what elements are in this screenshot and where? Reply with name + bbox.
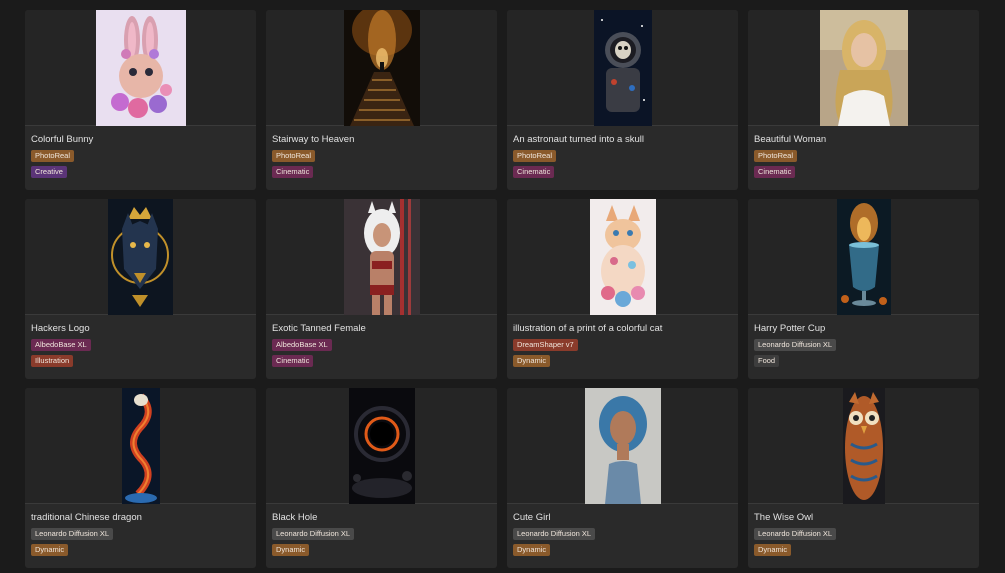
style-tag[interactable]: Food <box>754 355 780 367</box>
thumbnail-container <box>25 10 256 126</box>
thumbnail-container <box>507 10 738 126</box>
tag-list: PhotoReal Creative <box>31 150 250 178</box>
gallery-card[interactable]: Black Hole Leonardo Diffusion XL Dynamic <box>266 388 497 568</box>
tag-list: Leonardo Diffusion XL Dynamic <box>272 528 491 556</box>
card-title: Beautiful Woman <box>754 134 827 145</box>
gallery-card[interactable]: The Wise Owl Leonardo Diffusion XL Dynam… <box>748 388 979 568</box>
model-tag[interactable]: PhotoReal <box>31 150 75 162</box>
thumbnail-container <box>748 10 979 126</box>
wolf-logo-image[interactable] <box>108 199 173 315</box>
style-tag[interactable]: Cinematic <box>272 166 314 178</box>
image-gallery-grid: Colorful Bunny PhotoReal Creative Stairw… <box>25 10 979 568</box>
card-title: Black Hole <box>272 512 318 523</box>
tag-list: Leonardo Diffusion XL Food <box>754 339 973 367</box>
model-tag[interactable]: PhotoReal <box>513 150 557 162</box>
gallery-card[interactable]: traditional Chinese dragon Leonardo Diff… <box>25 388 256 568</box>
bunny-image[interactable] <box>95 10 186 126</box>
gallery-card[interactable]: illustration of a print of a colorful ca… <box>507 199 738 379</box>
style-tag[interactable]: Dynamic <box>31 544 69 556</box>
style-tag[interactable]: Dynamic <box>513 355 551 367</box>
card-title: Stairway to Heaven <box>272 134 355 145</box>
owl-image[interactable] <box>842 388 885 504</box>
stairway-image[interactable] <box>343 10 420 126</box>
style-tag[interactable]: Cinematic <box>513 166 555 178</box>
style-tag[interactable]: Cinematic <box>272 355 314 367</box>
dragon-image[interactable] <box>121 388 160 504</box>
gallery-card[interactable]: Cute Girl Leonardo Diffusion XL Dynamic <box>507 388 738 568</box>
style-tag[interactable]: Creative <box>31 166 67 178</box>
thumbnail-container <box>25 199 256 315</box>
model-tag[interactable]: Leonardo Diffusion XL <box>754 528 837 540</box>
card-title: traditional Chinese dragon <box>31 512 142 523</box>
astronaut-image[interactable] <box>593 10 652 126</box>
tag-list: PhotoReal Cinematic <box>754 150 973 178</box>
style-tag[interactable]: Dynamic <box>513 544 551 556</box>
cup-image[interactable] <box>836 199 891 315</box>
thumbnail-container <box>507 199 738 315</box>
gallery-card[interactable]: Exotic Tanned Female AlbedoBase XL Cinem… <box>266 199 497 379</box>
card-title: Exotic Tanned Female <box>272 323 366 334</box>
thumbnail-container <box>266 10 497 126</box>
gallery-card[interactable]: Stairway to Heaven PhotoReal Cinematic <box>266 10 497 190</box>
card-title: Hackers Logo <box>31 323 90 334</box>
gallery-card[interactable]: Hackers Logo AlbedoBase XL Illustration <box>25 199 256 379</box>
card-title: An astronaut turned into a skull <box>513 134 644 145</box>
thumbnail-container <box>266 388 497 504</box>
model-tag[interactable]: Leonardo Diffusion XL <box>513 528 596 540</box>
model-tag[interactable]: AlbedoBase XL <box>272 339 332 351</box>
tag-list: PhotoReal Cinematic <box>513 150 732 178</box>
black-hole-image[interactable] <box>348 388 415 504</box>
tag-list: DreamShaper v7 Dynamic <box>513 339 732 367</box>
thumbnail-container <box>748 199 979 315</box>
tag-list: AlbedoBase XL Cinematic <box>272 339 491 367</box>
model-tag[interactable]: DreamShaper v7 <box>513 339 578 351</box>
gallery-card[interactable]: An astronaut turned into a skull PhotoRe… <box>507 10 738 190</box>
card-title: Harry Potter Cup <box>754 323 826 334</box>
model-tag[interactable]: Leonardo Diffusion XL <box>754 339 837 351</box>
card-title: The Wise Owl <box>754 512 814 523</box>
style-tag[interactable]: Dynamic <box>272 544 310 556</box>
cat-image[interactable] <box>589 199 656 315</box>
card-title: Cute Girl <box>513 512 551 523</box>
model-tag[interactable]: AlbedoBase XL <box>31 339 91 351</box>
gallery-card[interactable]: Harry Potter Cup Leonardo Diffusion XL F… <box>748 199 979 379</box>
model-tag[interactable]: PhotoReal <box>754 150 798 162</box>
model-tag[interactable]: Leonardo Diffusion XL <box>31 528 114 540</box>
model-tag[interactable]: Leonardo Diffusion XL <box>272 528 355 540</box>
tag-list: AlbedoBase XL Illustration <box>31 339 250 367</box>
gallery-card[interactable]: Beautiful Woman PhotoReal Cinematic <box>748 10 979 190</box>
tag-list: Leonardo Diffusion XL Dynamic <box>31 528 250 556</box>
card-title: illustration of a print of a colorful ca… <box>513 323 663 334</box>
gallery-card[interactable]: Colorful Bunny PhotoReal Creative <box>25 10 256 190</box>
thumbnail-container <box>25 388 256 504</box>
style-tag[interactable]: Cinematic <box>754 166 796 178</box>
style-tag[interactable]: Dynamic <box>754 544 792 556</box>
style-tag[interactable]: Illustration <box>31 355 74 367</box>
thumbnail-container <box>507 388 738 504</box>
thumbnail-container <box>748 388 979 504</box>
woman-image[interactable] <box>819 10 908 126</box>
tag-list: Leonardo Diffusion XL Dynamic <box>513 528 732 556</box>
tag-list: Leonardo Diffusion XL Dynamic <box>754 528 973 556</box>
model-tag[interactable]: PhotoReal <box>272 150 316 162</box>
warrior-image[interactable] <box>343 199 420 315</box>
girl-image[interactable] <box>584 388 661 504</box>
thumbnail-container <box>266 199 497 315</box>
card-title: Colorful Bunny <box>31 134 94 145</box>
tag-list: PhotoReal Cinematic <box>272 150 491 178</box>
